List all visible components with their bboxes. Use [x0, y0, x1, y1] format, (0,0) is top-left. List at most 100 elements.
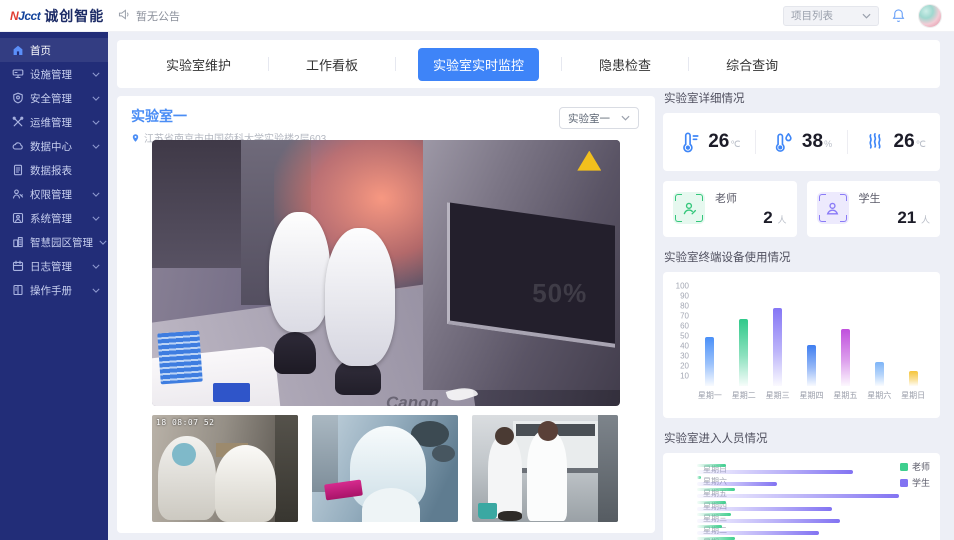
people-info: 学生 21 人: [849, 190, 931, 228]
bar-column: [727, 286, 761, 386]
chevron-down-icon: [92, 96, 100, 101]
x-axis-label: 星期六: [862, 390, 896, 401]
section-title-entry: 实验室进入人员情况: [664, 430, 940, 446]
camera-feed-main[interactable]: 50% Canon: [152, 140, 620, 406]
chart-row-星期六: 星期六: [697, 475, 926, 487]
camera-thumbnail-1[interactable]: 18 08:07 52: [152, 415, 298, 522]
bar-星期五: [841, 329, 850, 386]
tab-3[interactable]: 实验室实时监控: [418, 48, 539, 81]
bar-teacher: [697, 476, 701, 479]
y-axis-tick: 40: [680, 342, 689, 351]
chevron-down-icon: [92, 288, 100, 293]
devices-icon: [12, 68, 24, 80]
x-axis-label: 星期四: [795, 390, 829, 401]
chart-row-星期四: 星期四: [697, 500, 926, 512]
camera-scene-person: [269, 212, 330, 332]
tab-2[interactable]: 工作看板: [291, 48, 373, 81]
device-usage-chart: 100908070605040302010 星期一星期二星期三星期四星期五星期六…: [663, 272, 940, 418]
bar-星期六: [875, 362, 884, 386]
humidity-icon: [771, 130, 795, 154]
chart-row-星期日: 星期日: [697, 463, 926, 475]
tab-5[interactable]: 综合查询: [711, 48, 793, 81]
legend-item: 学生: [900, 476, 930, 489]
sidebar-item-label: 数据中心: [30, 139, 72, 154]
entry-people-chart: 老师学生 星期日 星期六 星期五 星期四 星期三 星期二 星期一 5101520…: [663, 453, 940, 540]
chevron-down-icon: [92, 192, 100, 197]
sidebar-item-8[interactable]: 系统管理: [0, 206, 108, 230]
sidebar-item-5[interactable]: 数据中心: [0, 134, 108, 158]
sidebar-item-10[interactable]: 日志管理: [0, 254, 108, 278]
chart-plot-area: [693, 286, 930, 386]
sidebar-item-label: 运维管理: [30, 115, 72, 130]
sidebar-item-1[interactable]: 首页: [0, 38, 108, 62]
brand-logo: NJcct 诚创智能: [0, 6, 108, 26]
chevron-down-icon: [92, 144, 100, 149]
announcement-bar: 暂无公告: [118, 8, 180, 24]
bar-星期三: [773, 308, 782, 386]
bar-column: [862, 286, 896, 386]
thumb-scene-person: [172, 443, 195, 467]
y-axis-tick: 80: [680, 302, 689, 311]
x-axis-label: 星期一: [693, 390, 727, 401]
x-axis-label: 星期日: [896, 390, 930, 401]
permission-icon: [12, 188, 24, 200]
thumb-scene-person: [215, 445, 276, 522]
bar-teacher: [697, 464, 726, 467]
sidebar-item-label: 权限管理: [30, 187, 72, 202]
lab-select-dropdown[interactable]: 实验室一: [559, 107, 639, 129]
sidebar-item-9[interactable]: 智慧园区管理: [0, 230, 108, 254]
project-select[interactable]: 项目列表: [783, 6, 879, 26]
y-axis-tick: 30: [680, 352, 689, 361]
tools-icon: [12, 116, 24, 128]
tab-4[interactable]: 隐患检查: [584, 48, 666, 81]
chevron-down-icon: [862, 10, 871, 22]
home-icon: [12, 44, 24, 56]
camera-scene-cabinet: [152, 140, 246, 268]
lab-monitor-card: 实验室一 江苏省南京市中国药科大学实验楼2层603 实验室一 50% Can: [117, 96, 655, 533]
megaphone-icon: [118, 9, 131, 23]
chart-row-星期一: 星期一: [697, 536, 926, 540]
sidebar-item-6[interactable]: 数据报表: [0, 158, 108, 182]
sidebar-item-7[interactable]: 权限管理: [0, 182, 108, 206]
sidebar-item-label: 安全管理: [30, 91, 72, 106]
sensor-temperature: 26℃: [663, 130, 755, 154]
bell-icon[interactable]: [891, 8, 906, 23]
logo-text-cn: 诚创智能: [44, 6, 104, 26]
chevron-down-icon: [92, 216, 100, 221]
top-right-group: 项目列表: [783, 4, 954, 28]
thumb-scene-person: [538, 421, 558, 440]
user-avatar[interactable]: [918, 4, 942, 28]
sensor-body-temperature: 26℃: [848, 130, 940, 154]
camera-thumbnail-2[interactable]: [312, 415, 458, 522]
tab-1[interactable]: 实验室维护: [151, 48, 246, 81]
sidebar-item-3[interactable]: 安全管理: [0, 86, 108, 110]
camera-scene-tube-rack: [213, 383, 250, 402]
camera-scene-boxes: [157, 330, 203, 383]
airflow-icon: [863, 130, 887, 154]
bar-column: [761, 286, 795, 386]
student-icon: [817, 192, 849, 224]
sidebar-item-2[interactable]: 设施管理: [0, 62, 108, 86]
bar-student: [697, 531, 819, 535]
people-count: 2 人: [763, 208, 786, 228]
system-icon: [12, 212, 24, 224]
camera-thumbnail-3[interactable]: [472, 415, 618, 522]
bar-column: [896, 286, 930, 386]
sensor-unit: %: [824, 139, 832, 149]
y-axis-tick: 50: [680, 332, 689, 341]
sidebar-item-label: 系统管理: [30, 211, 72, 226]
sidebar-nav: 首页 设施管理 安全管理 运维管理 数据中心 数据报表 权限管理 系统管理 智慧…: [0, 32, 108, 540]
bar-student: [697, 507, 832, 511]
bar-teacher: [697, 488, 735, 491]
sidebar-item-11[interactable]: 操作手册: [0, 278, 108, 302]
chevron-down-icon: [92, 264, 100, 269]
bar-星期二: [739, 319, 748, 386]
bar-student: [697, 494, 899, 498]
top-bar: NJcct 诚创智能 暂无公告 项目列表: [0, 0, 954, 32]
thumb-scene-bucket: [478, 503, 497, 519]
people-cards: 老师 2 人 学生 21 人: [663, 181, 940, 237]
thumb-scene: [498, 511, 521, 521]
people-card-teacher: 老师 2 人: [663, 181, 797, 237]
y-axis-tick: 60: [680, 322, 689, 331]
sidebar-item-4[interactable]: 运维管理: [0, 110, 108, 134]
